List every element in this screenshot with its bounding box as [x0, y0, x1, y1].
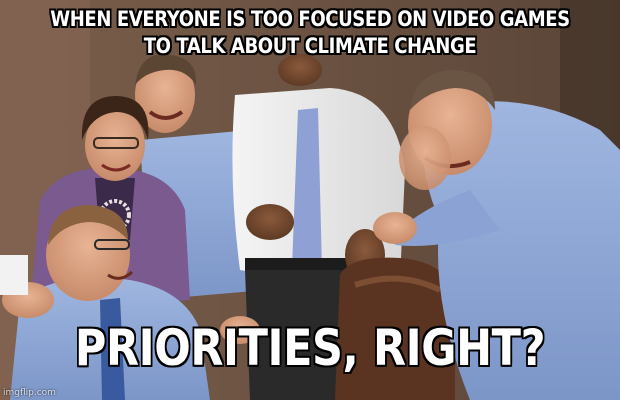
right-man-pointing-hand — [373, 212, 417, 244]
bottom-caption: PRIORITIES, RIGHT? — [74, 318, 546, 378]
meme-image: WHEN EVERYONE IS TOO FOCUSED ON VIDEO GA… — [0, 0, 620, 400]
imgflip-watermark: imgflip.com — [3, 388, 56, 398]
left-edge-sleeve — [0, 255, 28, 295]
center-man-hand-left — [246, 204, 294, 240]
top-caption: WHEN EVERYONE IS TOO FOCUSED ON VIDEO GA… — [49, 6, 571, 59]
far-right-man-head — [399, 126, 451, 190]
